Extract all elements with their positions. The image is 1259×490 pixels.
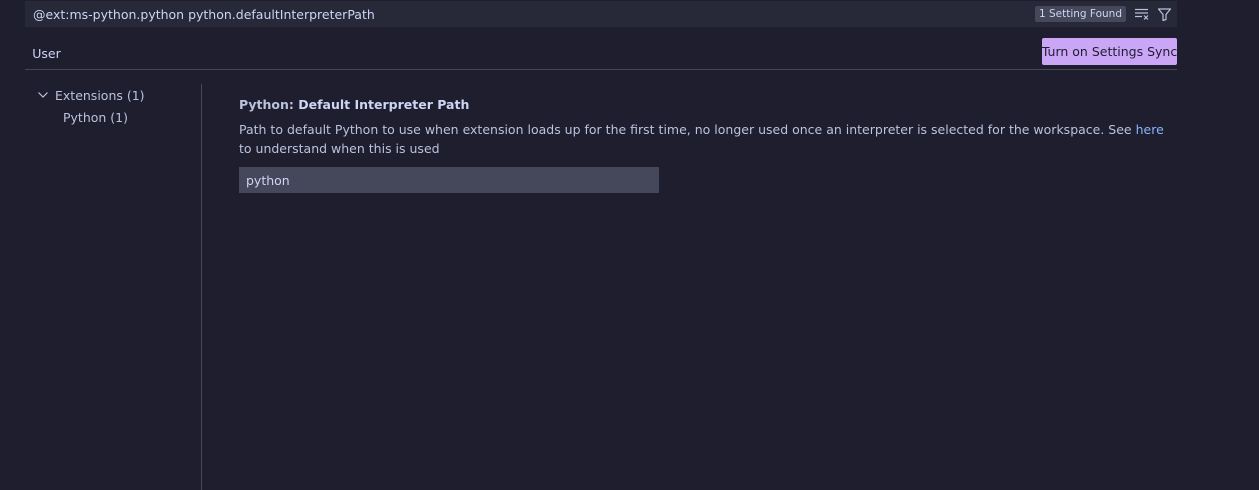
description-text-tail: to understand when this is used bbox=[239, 141, 440, 156]
toc-item-python[interactable]: Python (1) bbox=[25, 106, 201, 128]
search-input[interactable]: @ext:ms-python.python python.defaultInte… bbox=[33, 7, 1035, 22]
filter-icon[interactable] bbox=[1155, 5, 1173, 23]
toc-item-label: Python (1) bbox=[63, 109, 129, 125]
settings-toc: Extensions (1) Python (1) bbox=[25, 84, 201, 128]
toc-divider bbox=[201, 84, 202, 490]
settings-editor: @ext:ms-python.python python.defaultInte… bbox=[0, 0, 1259, 490]
toc-item-extensions[interactable]: Extensions (1) bbox=[25, 84, 201, 106]
setting-name: Default Interpreter Path bbox=[298, 97, 470, 112]
toc-item-label: Extensions (1) bbox=[55, 87, 145, 103]
chevron-down-icon[interactable] bbox=[37, 87, 53, 103]
here-link[interactable]: here bbox=[1136, 122, 1164, 137]
setting-item-default-interpreter-path: Python: Default Interpreter Path Path to… bbox=[239, 96, 1169, 193]
setting-description: Path to default Python to use when exten… bbox=[239, 120, 1169, 158]
interpreter-path-input[interactable] bbox=[239, 167, 659, 193]
setting-category: Python: bbox=[239, 97, 299, 112]
settings-search-box[interactable]: @ext:ms-python.python python.defaultInte… bbox=[25, 1, 1177, 27]
results-count-badge: 1 Setting Found bbox=[1034, 6, 1126, 22]
turn-on-settings-sync-button[interactable]: Turn on Settings Sync bbox=[1042, 38, 1177, 65]
clear-filter-icon[interactable] bbox=[1133, 5, 1151, 23]
tabs-divider bbox=[25, 69, 1177, 70]
tab-user[interactable]: User bbox=[25, 38, 68, 70]
description-text: Path to default Python to use when exten… bbox=[239, 122, 1136, 137]
setting-title: Python: Default Interpreter Path bbox=[239, 96, 1169, 114]
